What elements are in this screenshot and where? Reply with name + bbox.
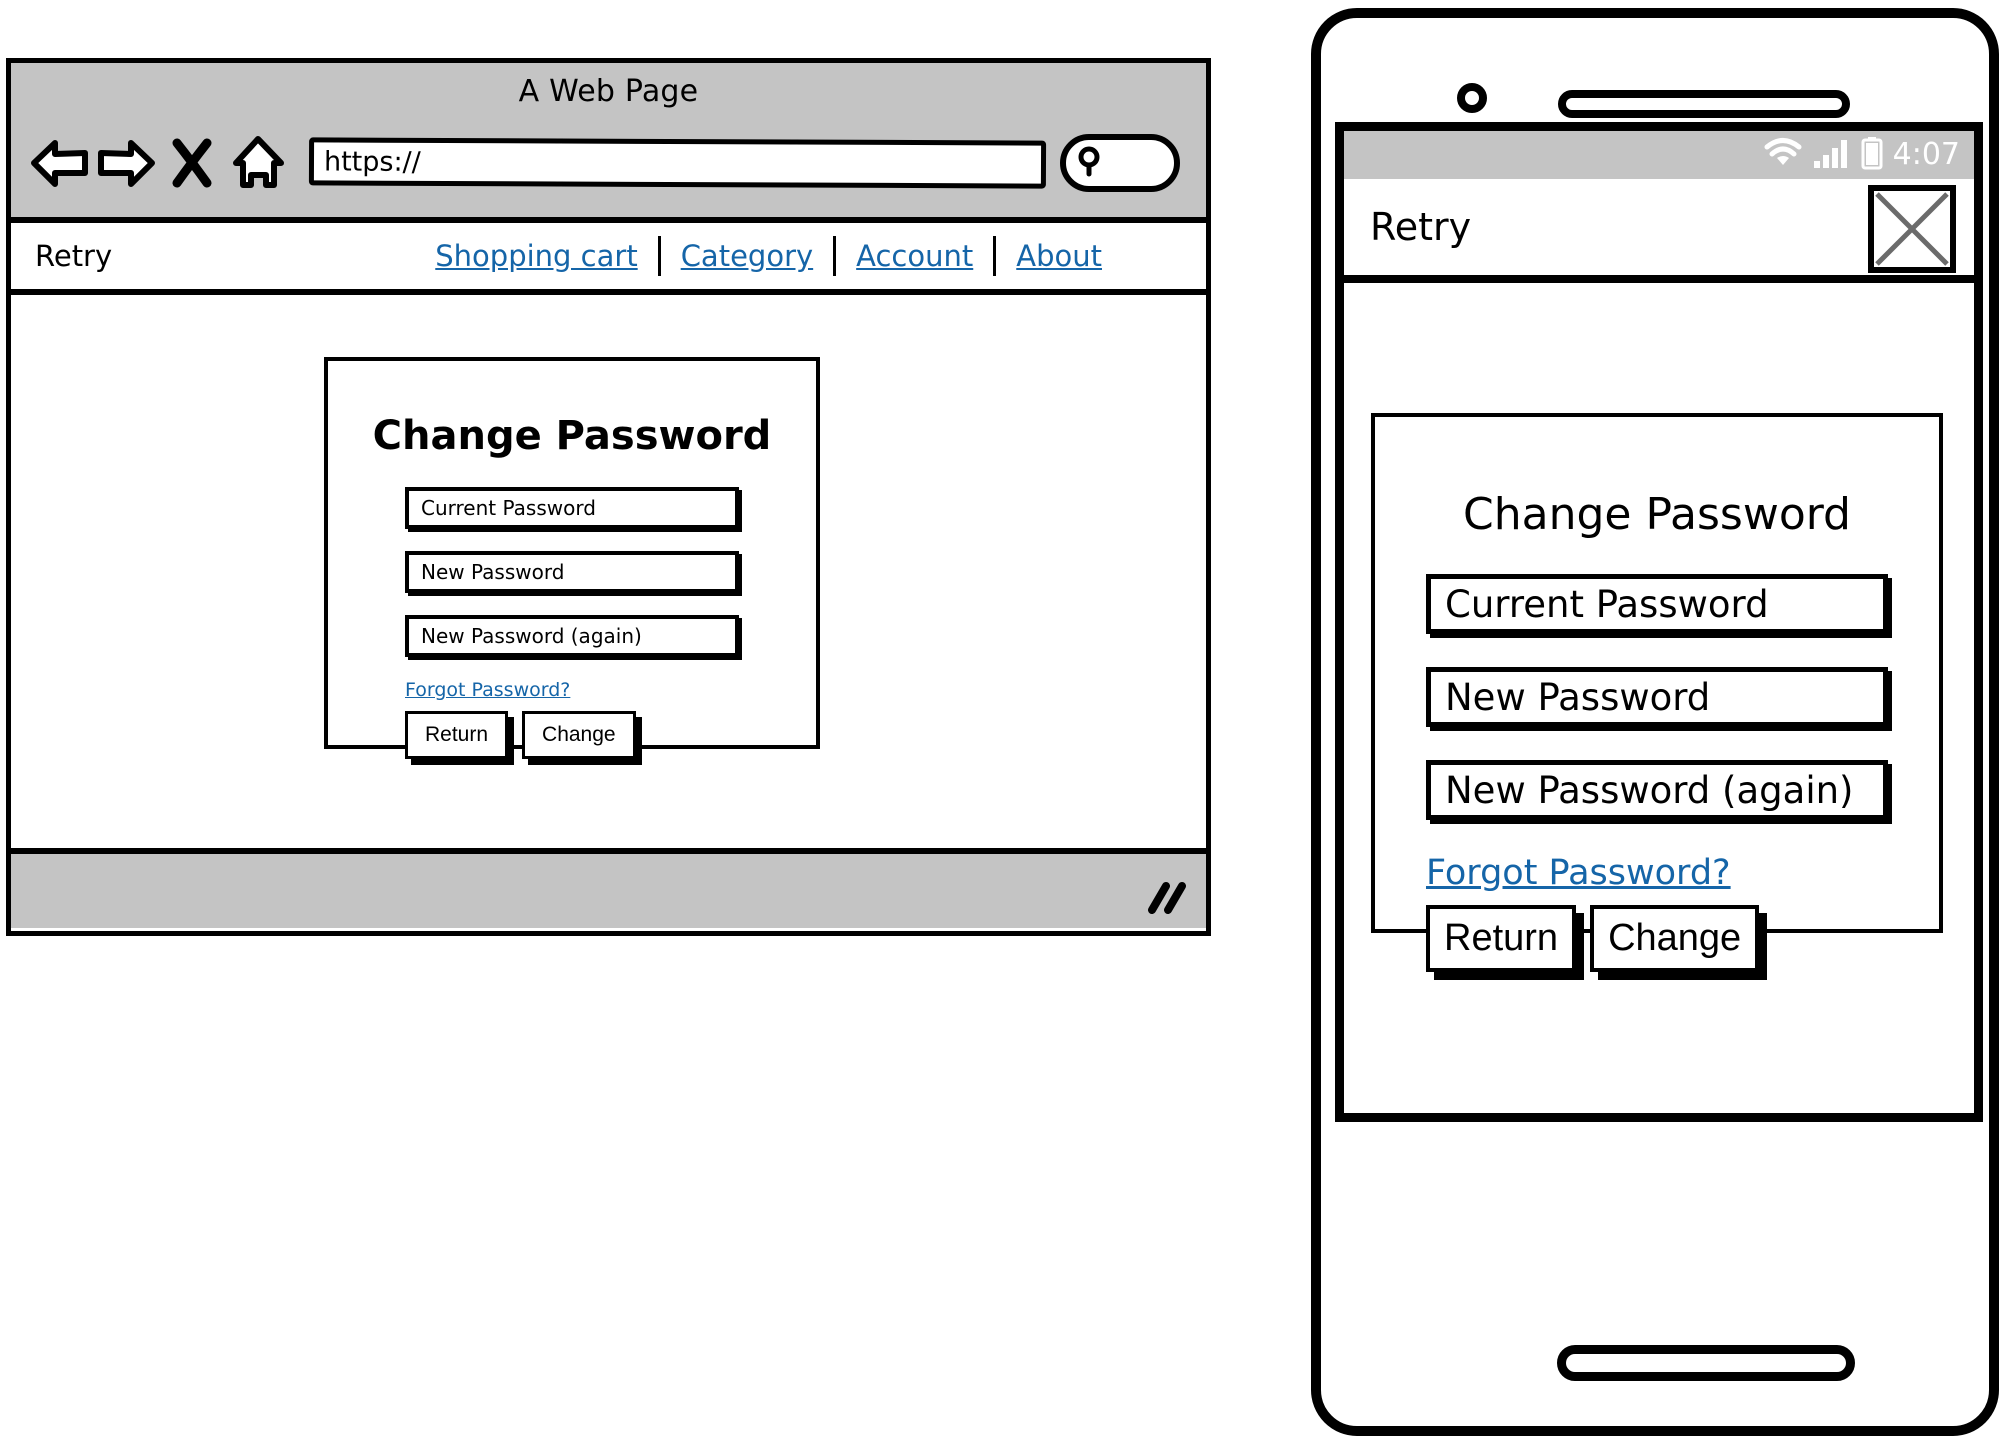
phone-brand-label: Retry [1370,205,1472,249]
browser-titlebar: A Web Page https:// [11,63,1206,223]
site-navbar: Retry Shopping cart Category Account Abo… [11,223,1206,295]
signal-bars-icon [1813,137,1851,173]
new-password-placeholder-mobile: New Password [1445,675,1711,719]
url-input[interactable]: https:// [308,137,1047,189]
new-password-field-mobile[interactable]: New Password [1426,667,1888,727]
browser-window: A Web Page https:// Retry Shopping cart … [6,58,1211,936]
forward-arrow-icon[interactable] [95,133,157,193]
phone-screen: 4:07 Retry Change Password Current Passw… [1335,122,1983,1122]
page-title-mobile: Change Password [1463,489,1851,540]
new-password-again-field[interactable]: New Password (again) [405,615,739,657]
current-password-field[interactable]: Current Password [405,487,739,529]
speaker-grille-icon [1558,90,1850,118]
battery-icon [1861,136,1883,174]
phone-statusbar: 4:07 [1344,131,1974,179]
return-button-mobile[interactable]: Return [1426,905,1577,972]
change-button-mobile[interactable]: Change [1590,905,1760,972]
browser-window-title: A Web Page [518,74,699,109]
new-password-again-placeholder: New Password (again) [421,624,642,648]
resize-grip-icon[interactable] [1146,880,1188,914]
phone-body: Change Password Current Password New Pas… [1344,283,1974,1113]
form-actions: Return Change [405,711,739,759]
nav-link-category[interactable]: Category [661,239,833,273]
form-actions-mobile: Return Change [1426,905,1888,972]
forgot-password-link[interactable]: Forgot Password? [405,679,739,701]
change-button[interactable]: Change [522,711,636,759]
site-brand-label: Retry [35,239,113,273]
home-button-icon[interactable] [1557,1345,1855,1381]
stop-x-icon[interactable] [161,133,223,193]
password-fields-group-mobile: Current Password New Password New Passwo… [1375,574,1939,820]
new-password-again-placeholder-mobile: New Password (again) [1445,768,1854,812]
current-password-placeholder: Current Password [421,496,596,520]
browser-toolbar: https:// [11,119,1206,207]
camera-icon [1457,83,1487,113]
page-title: Change Password [372,413,772,459]
phone-appbar: Retry [1344,179,1974,283]
new-password-again-field-mobile[interactable]: New Password (again) [1426,760,1888,820]
phone-frame: 4:07 Retry Change Password Current Passw… [1311,8,1999,1436]
return-button[interactable]: Return [405,711,509,759]
home-icon[interactable] [227,133,289,193]
magnifier-icon [1074,144,1108,182]
url-input-value: https:// [323,145,421,178]
new-password-placeholder: New Password [421,560,565,584]
new-password-field[interactable]: New Password [405,551,739,593]
nav-link-account[interactable]: Account [836,239,993,273]
site-nav-links: Shopping cart Category Account About [415,236,1180,276]
close-x-icon[interactable] [1868,185,1956,273]
nav-link-about[interactable]: About [996,239,1122,273]
change-password-panel: Change Password Current Password New Pas… [324,357,820,759]
page-content: Change Password Current Password New Pas… [11,295,1206,848]
wifi-icon [1763,137,1803,173]
change-password-panel-mobile: Change Password Current Password New Pas… [1371,413,1943,972]
browser-statusbar [11,848,1206,928]
current-password-placeholder-mobile: Current Password [1445,582,1769,626]
back-arrow-icon[interactable] [29,133,91,193]
nav-link-shopping-cart[interactable]: Shopping cart [415,239,657,273]
password-fields-group: Current Password New Password New Passwo… [328,487,816,657]
browser-search-input[interactable] [1060,134,1180,192]
forgot-password-link-mobile[interactable]: Forgot Password? [1426,853,1888,893]
current-password-field-mobile[interactable]: Current Password [1426,574,1888,634]
status-time: 4:07 [1892,137,1960,172]
